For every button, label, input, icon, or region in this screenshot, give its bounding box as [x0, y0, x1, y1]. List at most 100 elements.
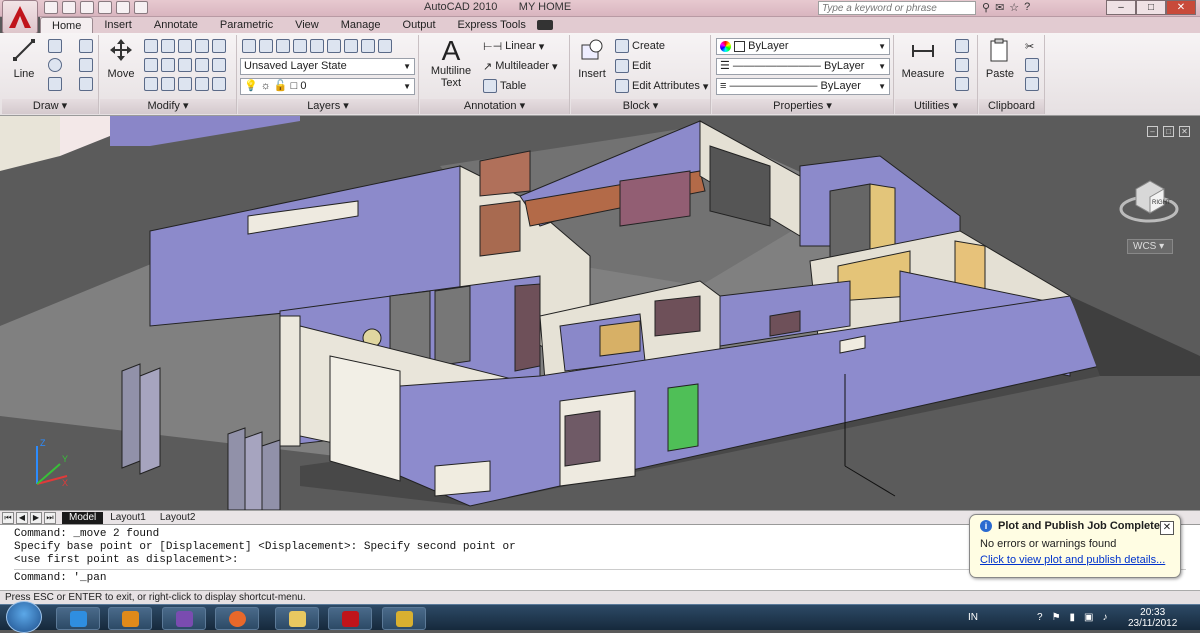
- copy-basepoint-button[interactable]: [1025, 75, 1039, 93]
- maximize-button[interactable]: □: [1136, 0, 1166, 15]
- tray-help-icon[interactable]: ?: [1037, 612, 1043, 623]
- trim-icon[interactable]: [161, 39, 175, 53]
- select-all-button[interactable]: [955, 56, 969, 74]
- close-button[interactable]: ✕: [1166, 0, 1196, 15]
- layer-dropdown[interactable]: 💡 ☼ 🔓 □ 0 ▼: [240, 78, 415, 95]
- layer-properties-icon[interactable]: [242, 39, 256, 53]
- start-button[interactable]: [6, 601, 42, 633]
- multiline-text-button[interactable]: A Multiline Text: [426, 37, 476, 90]
- undo-icon[interactable]: [98, 1, 112, 14]
- language-indicator[interactable]: IN: [968, 612, 978, 623]
- arc-button[interactable]: [48, 75, 62, 93]
- edit-attributes-button[interactable]: Edit Attributes ▾: [615, 77, 708, 95]
- linetype-dropdown[interactable]: ☰ ———————— ByLayer ▼: [716, 58, 890, 75]
- taskbar-explorer[interactable]: [275, 607, 319, 630]
- taskbar-app[interactable]: [382, 607, 426, 630]
- calculator-button[interactable]: [955, 75, 969, 93]
- help-icon[interactable]: ?: [1024, 1, 1030, 14]
- layer-walk-icon[interactable]: [361, 39, 375, 53]
- hatch-button[interactable]: [79, 75, 93, 93]
- new-icon[interactable]: [44, 1, 58, 14]
- prev-tab-button[interactable]: ◀: [16, 511, 28, 524]
- layer-delete-icon[interactable]: [378, 39, 392, 53]
- tab-annotate[interactable]: Annotate: [143, 17, 209, 33]
- layer-freeze-icon[interactable]: [310, 39, 324, 53]
- binoculars-icon[interactable]: ⚲: [982, 1, 990, 14]
- layer-lock-icon[interactable]: [327, 39, 341, 53]
- move-button[interactable]: Move: [104, 37, 138, 80]
- circle-button[interactable]: [48, 56, 62, 74]
- taskbar-messenger[interactable]: [162, 607, 206, 630]
- power-icon[interactable]: ▮: [1070, 612, 1076, 623]
- create-block-button[interactable]: Create: [615, 37, 665, 55]
- copy-object-icon[interactable]: [195, 39, 209, 53]
- tab-manage[interactable]: Manage: [330, 17, 392, 33]
- ribbon-minimize-toggle[interactable]: [536, 20, 553, 30]
- erase-icon[interactable]: [178, 39, 192, 53]
- utilities-panel-label[interactable]: Utilities ▾: [895, 99, 977, 114]
- tab-output[interactable]: Output: [392, 17, 447, 33]
- color-dropdown[interactable]: ByLayer ▼: [716, 38, 890, 55]
- grid-icon[interactable]: [178, 77, 192, 91]
- redo-icon[interactable]: [116, 1, 130, 14]
- flag-icon[interactable]: ⚑: [1052, 612, 1061, 623]
- viewport-minimize-button[interactable]: –: [1147, 126, 1158, 137]
- network-icon[interactable]: ▣: [1084, 612, 1093, 623]
- taskbar-autocad[interactable]: [328, 607, 372, 630]
- offset-icon[interactable]: [161, 77, 175, 91]
- table-button[interactable]: Table: [483, 77, 526, 95]
- open-icon[interactable]: [62, 1, 76, 14]
- mirror-icon[interactable]: [212, 39, 226, 53]
- last-tab-button[interactable]: ⏭: [44, 511, 56, 524]
- paste-button[interactable]: Paste: [983, 37, 1017, 80]
- fillet-icon[interactable]: [144, 58, 158, 72]
- first-tab-button[interactable]: ⏮: [2, 511, 14, 524]
- volume-icon[interactable]: ♪: [1103, 612, 1108, 623]
- print-icon[interactable]: [134, 1, 148, 14]
- star-icon[interactable]: ☆: [1009, 1, 1019, 14]
- pencil-icon[interactable]: [144, 77, 158, 91]
- tab-express-tools[interactable]: Express Tools: [447, 17, 537, 33]
- plot-publish-notification[interactable]: i Plot and Publish Job Complete ✕ No erro…: [969, 514, 1181, 578]
- copy-button[interactable]: [1025, 56, 1039, 74]
- minimize-button[interactable]: –: [1106, 0, 1136, 15]
- tab-home[interactable]: Home: [40, 17, 94, 33]
- break-icon[interactable]: [195, 77, 209, 91]
- taskbar-media[interactable]: [108, 607, 152, 630]
- modify-panel-label[interactable]: Modify ▾: [100, 99, 236, 114]
- viewport-close-button[interactable]: ✕: [1179, 126, 1190, 137]
- tab-parametric[interactable]: Parametric: [209, 17, 284, 33]
- layer-match-icon[interactable]: [344, 39, 358, 53]
- clock[interactable]: 20:33 23/11/2012: [1128, 607, 1177, 629]
- layer-off-icon[interactable]: [293, 39, 307, 53]
- layer-state-dropdown[interactable]: Unsaved Layer State ▼: [240, 58, 415, 75]
- wcs-menu[interactable]: WCS ▾: [1127, 239, 1173, 254]
- polyline-button[interactable]: [48, 37, 62, 55]
- measure-button[interactable]: Measure: [899, 37, 947, 80]
- lineweight-dropdown[interactable]: ≡ ———————— ByLayer ▼: [716, 78, 890, 95]
- layer-isolate-icon[interactable]: [276, 39, 290, 53]
- cut-button[interactable]: ✂: [1025, 37, 1034, 55]
- annotation-panel-label[interactable]: Annotation ▾: [420, 99, 569, 114]
- taskbar-firefox[interactable]: [215, 607, 259, 630]
- stretch-icon[interactable]: [161, 58, 175, 72]
- layers-panel-label[interactable]: Layers ▾: [238, 99, 418, 114]
- scale-icon[interactable]: [195, 58, 209, 72]
- insert-block-button[interactable]: Insert: [575, 37, 609, 80]
- taskbar-ie[interactable]: [56, 607, 100, 630]
- notification-close-button[interactable]: ✕: [1160, 521, 1174, 535]
- communication-icon[interactable]: ✉: [995, 1, 1004, 14]
- tab-layout1[interactable]: Layout1: [103, 512, 153, 524]
- join-icon[interactable]: [212, 77, 226, 91]
- rotate-icon[interactable]: [144, 39, 158, 53]
- rotate-draw-button[interactable]: [79, 37, 93, 55]
- line-button[interactable]: Line: [8, 37, 40, 80]
- tab-insert[interactable]: Insert: [93, 17, 143, 33]
- explode-icon[interactable]: [178, 58, 192, 72]
- next-tab-button[interactable]: ▶: [30, 511, 42, 524]
- search-input[interactable]: Type a keyword or phrase: [818, 1, 976, 15]
- tab-layout2[interactable]: Layout2: [153, 512, 203, 524]
- application-menu-button[interactable]: [2, 0, 38, 34]
- edit-block-button[interactable]: Edit: [615, 57, 651, 75]
- properties-panel-label[interactable]: Properties ▾: [712, 99, 893, 114]
